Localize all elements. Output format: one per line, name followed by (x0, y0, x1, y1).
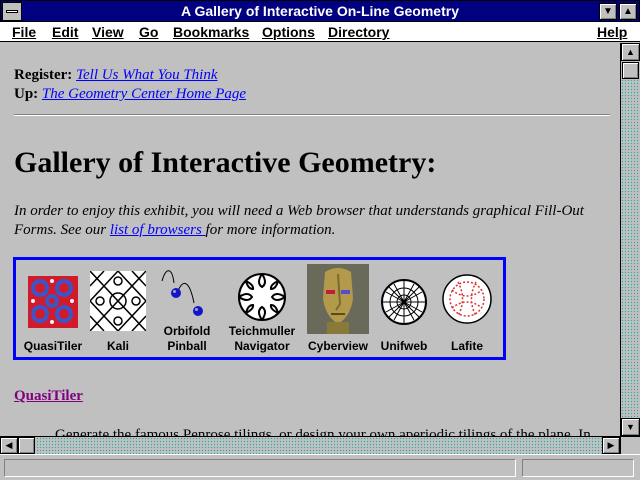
unifweb-sphere-icon (381, 279, 427, 325)
vertical-scrollbar[interactable]: ▲ ▼ (620, 43, 640, 436)
menu-options[interactable]: Options (262, 24, 315, 40)
scroll-up-arrow-icon[interactable]: ▲ (621, 43, 640, 61)
scroll-right-arrow-icon[interactable]: ▶ (602, 437, 620, 454)
gallery-label-cyberview: Cyberview (307, 339, 369, 353)
scroll-left-arrow-icon[interactable]: ◀ (0, 437, 18, 454)
register-label: Register: (14, 67, 73, 83)
menu-bar: File Edit View Go Bookmarks Options Dire… (0, 22, 640, 42)
minimize-button[interactable]: ▼ (599, 3, 617, 20)
menu-bookmarks[interactable]: Bookmarks (173, 24, 249, 40)
horizontal-scrollbar[interactable]: ◀ ▶ (0, 436, 620, 454)
intro-text-end: for more information. (205, 222, 336, 238)
status-progress-field (522, 459, 634, 477)
kali-pattern-icon (90, 271, 146, 331)
title-bar: A Gallery of Interactive On-Line Geometr… (0, 0, 640, 22)
page-content: Register: Tell Us What You Think Up: The… (0, 43, 620, 436)
cyberview-head-icon (307, 264, 369, 334)
page-title: Gallery of Interactive Geometry: (14, 146, 437, 179)
status-message-field (4, 459, 516, 477)
menu-go[interactable]: Go (139, 24, 158, 40)
up-label: Up: (14, 86, 39, 102)
vertical-scroll-thumb[interactable] (622, 62, 639, 79)
intro-paragraph: In order to enjoy this exhibit, you will… (14, 202, 594, 240)
gallery-label-unifweb: Unifweb (380, 339, 428, 353)
quasitiler-tile-icon (28, 276, 78, 328)
gallery-label-orbifold-pinball: Orbifold Pinball (163, 324, 211, 353)
up-line: Up: The Geometry Center Home Page (14, 86, 246, 103)
gallery-imagemap[interactable]: QuasiTiler Kali Orbifold Pinball Teichmu… (13, 257, 506, 360)
menu-directory[interactable]: Directory (328, 24, 389, 40)
menu-help[interactable]: Help (597, 24, 627, 40)
quasitiler-description: Generate the famous Penrose tilings, or … (55, 427, 591, 436)
horizontal-rule (14, 114, 610, 116)
gallery-label-lafite: Lafite (450, 339, 483, 353)
register-line: Register: Tell Us What You Think (14, 67, 218, 84)
teichmuller-disk-icon (238, 273, 286, 321)
scroll-down-arrow-icon[interactable]: ▼ (621, 418, 640, 436)
window-title: A Gallery of Interactive On-Line Geometr… (180, 3, 459, 19)
gallery-label-teichmuller: Teichmuller Navigator (228, 324, 296, 353)
quasitiler-section-link[interactable]: QuasiTiler (14, 388, 83, 405)
vertical-scroll-track[interactable] (621, 61, 640, 418)
browsers-link[interactable]: list of browsers (110, 222, 206, 238)
scrollbar-corner (620, 436, 640, 454)
menu-edit[interactable]: Edit (52, 24, 78, 40)
register-link[interactable]: Tell Us What You Think (76, 67, 217, 83)
lafite-disk-icon (442, 274, 492, 324)
gallery-label-kali: Kali (106, 339, 129, 353)
home-page-link[interactable]: The Geometry Center Home Page (42, 86, 246, 102)
horizontal-scroll-thumb[interactable] (18, 437, 35, 454)
menu-file[interactable]: File (12, 24, 36, 40)
horizontal-scroll-track[interactable] (18, 437, 602, 454)
status-bar (0, 454, 640, 480)
menu-view[interactable]: View (92, 24, 124, 40)
pinball-icon (161, 270, 203, 316)
maximize-button[interactable]: ▲ (619, 3, 637, 20)
